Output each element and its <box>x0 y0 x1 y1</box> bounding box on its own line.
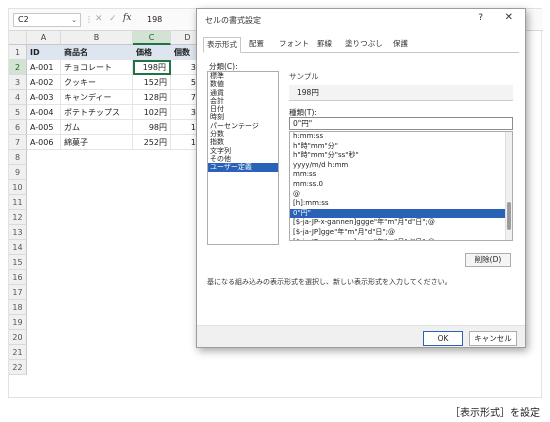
table-cell[interactable]: ポテトチップス <box>61 105 133 120</box>
column-header-b[interactable]: B <box>61 31 133 45</box>
enter-icon[interactable]: ✓ <box>109 14 117 24</box>
chevron-down-icon[interactable]: ⌄ <box>71 14 77 26</box>
row-header[interactable]: 18 <box>9 300 27 315</box>
format-cells-dialog: セルの書式設定 ? ✕ 表示形式 配置 フォント 罫線 塗りつぶし 保護 分類(… <box>196 8 526 348</box>
format-item[interactable]: mm:ss.0 <box>290 180 512 190</box>
row-header[interactable]: 2 <box>9 60 27 75</box>
category-item[interactable]: 通貨 <box>208 89 278 97</box>
tab-font[interactable]: フォント <box>279 37 309 53</box>
name-box-value: C2 <box>18 15 29 24</box>
category-item[interactable]: 時刻 <box>208 113 278 121</box>
row-header[interactable]: 6 <box>9 120 27 135</box>
row-header[interactable]: 10 <box>9 180 27 195</box>
row-header[interactable]: 3 <box>9 75 27 90</box>
category-item[interactable]: 会計 <box>208 97 278 105</box>
table-cell[interactable]: ガム <box>61 120 133 135</box>
category-item[interactable]: ユーザー定義 <box>208 163 278 172</box>
tab-border[interactable]: 罫線 <box>317 37 332 53</box>
row-header[interactable]: 20 <box>9 330 27 345</box>
help-icon[interactable]: ? <box>478 13 483 23</box>
table-cell[interactable]: 198円 <box>133 60 171 75</box>
format-item[interactable]: [$-ja-JP]gge"年"m"月"d"日";@ <box>290 228 512 238</box>
table-header-cell[interactable]: ID <box>27 45 61 60</box>
row-header[interactable]: 22 <box>9 360 27 375</box>
row-header[interactable]: 4 <box>9 90 27 105</box>
row-header[interactable]: 15 <box>9 255 27 270</box>
table-cell[interactable]: 152円 <box>133 75 171 90</box>
sample-label: サンプル <box>289 72 319 81</box>
column-header-a[interactable]: A <box>27 31 61 45</box>
row-header[interactable]: 11 <box>9 195 27 210</box>
row-header[interactable]: 16 <box>9 270 27 285</box>
table-cell[interactable]: チョコレート <box>61 60 133 75</box>
cancel-icon[interactable]: ✕ <box>95 14 103 24</box>
category-item[interactable]: パーセンテージ <box>208 122 278 130</box>
format-list-scrollbar[interactable] <box>505 132 512 240</box>
sample-preview: 198円 <box>289 85 513 101</box>
format-item[interactable]: 0"円" <box>290 208 512 219</box>
category-item[interactable]: 文字列 <box>208 147 278 155</box>
tab-protection[interactable]: 保護 <box>393 37 408 53</box>
row-header[interactable]: 8 <box>9 150 27 165</box>
table-header-cell[interactable]: 商品名 <box>61 45 133 60</box>
table-cell[interactable]: 128円 <box>133 90 171 105</box>
table-cell[interactable]: クッキー <box>61 75 133 90</box>
row-header[interactable]: 7 <box>9 135 27 150</box>
scroll-thumb[interactable] <box>507 202 511 230</box>
format-item[interactable]: [$-ja-JP-x-gannen]ggge"年"m"月"d"日";@ <box>290 218 512 228</box>
type-input[interactable]: 0"円" <box>289 117 513 130</box>
format-item[interactable]: h"時"mm"分" <box>290 142 512 152</box>
row-header[interactable]: 5 <box>9 105 27 120</box>
format-list[interactable]: h:mm:ss h"時"mm"分" h"時"mm"分"ss"秒" yyyy/m/d h… <box>289 131 513 241</box>
table-cell[interactable]: A-006 <box>27 135 61 150</box>
row-header[interactable]: 1 <box>9 45 27 60</box>
category-item[interactable]: 指数 <box>208 138 278 146</box>
row-header[interactable]: 13 <box>9 225 27 240</box>
table-cell[interactable]: キャンディー <box>61 90 133 105</box>
table-cell[interactable]: A-001 <box>27 60 61 75</box>
format-item[interactable]: h:mm:ss <box>290 132 512 142</box>
dialog-tabs: 表示形式 配置 フォント 罫線 塗りつぶし 保護 <box>203 37 519 53</box>
row-header[interactable]: 14 <box>9 240 27 255</box>
table-cell[interactable]: A-005 <box>27 120 61 135</box>
row-header[interactable]: 21 <box>9 345 27 360</box>
dialog-title: セルの書式設定 <box>205 16 261 25</box>
cancel-button[interactable]: キャンセル <box>469 331 517 346</box>
table-cell[interactable]: 252円 <box>133 135 171 150</box>
format-item[interactable]: [$-ja-JP-x-gannen]ggge"年"m"月"d"日";@ <box>290 238 512 240</box>
tab-number[interactable]: 表示形式 <box>203 37 241 53</box>
row-header[interactable]: 9 <box>9 165 27 180</box>
format-item[interactable]: [h]:mm:ss <box>290 199 512 209</box>
select-all-corner[interactable] <box>9 31 27 45</box>
table-cell[interactable]: A-003 <box>27 90 61 105</box>
name-box[interactable]: C2 ⌄ <box>13 13 81 27</box>
insert-function-icon[interactable]: fx <box>123 13 131 23</box>
tab-alignment[interactable]: 配置 <box>249 37 264 53</box>
table-cell[interactable]: A-002 <box>27 75 61 90</box>
tab-fill[interactable]: 塗りつぶし <box>345 37 383 53</box>
table-cell[interactable]: A-004 <box>27 105 61 120</box>
description-text: 基になる組み込みの表示形式を選択し、新しい表示形式を入力してください。 <box>207 278 452 286</box>
table-cell[interactable]: 102円 <box>133 105 171 120</box>
format-item[interactable]: mm:ss <box>290 170 512 180</box>
format-item[interactable]: yyyy/m/d h:mm <box>290 161 512 171</box>
format-item[interactable]: @ <box>290 190 512 200</box>
separator-icon: ⋮ <box>85 15 93 24</box>
column-header-c[interactable]: C <box>133 31 171 45</box>
caption: ［表示形式］を設定 <box>450 408 540 419</box>
row-header[interactable]: 17 <box>9 285 27 300</box>
formula-input[interactable]: 198 <box>147 15 162 24</box>
table-cell[interactable]: 98円 <box>133 120 171 135</box>
close-icon[interactable]: ✕ <box>505 12 513 23</box>
delete-button[interactable]: 削除(D) <box>465 253 511 267</box>
category-item[interactable]: 数値 <box>208 80 278 88</box>
category-list[interactable]: 標準 数値 通貨 会計 日付 時刻 パーセンテージ 分数 指数 文字列 その他 ユーザー定義 <box>207 71 279 245</box>
table-cell[interactable]: 綿菓子 <box>61 135 133 150</box>
row-header[interactable]: 19 <box>9 315 27 330</box>
table-header-cell[interactable]: 価格 <box>133 45 171 60</box>
row-header[interactable]: 12 <box>9 210 27 225</box>
format-item[interactable]: h"時"mm"分"ss"秒" <box>290 151 512 161</box>
ok-button[interactable]: OK <box>423 331 463 346</box>
